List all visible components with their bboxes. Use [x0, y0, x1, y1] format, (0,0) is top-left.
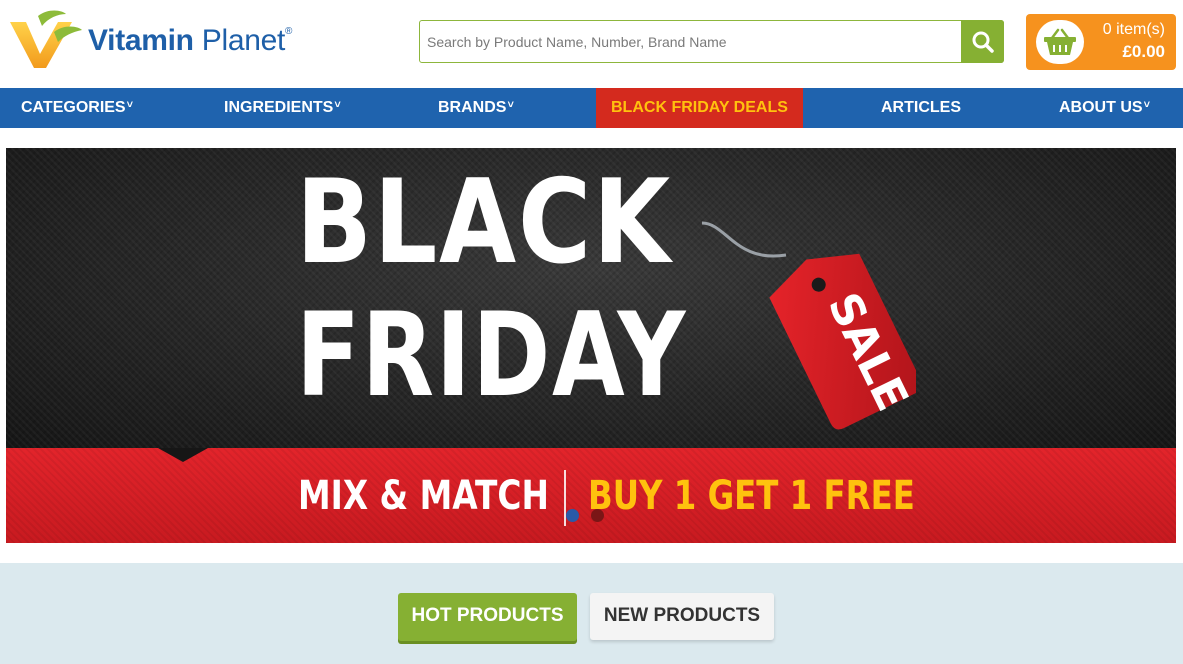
slider-dot-2[interactable]: [591, 509, 604, 522]
promo-buy-one-get-one: BUY 1 GET 1 FREE: [588, 473, 915, 519]
cart-button[interactable]: 0 item(s) £0.00: [1026, 14, 1176, 70]
nav-item-brands[interactable]: BRANDS˅: [438, 88, 514, 128]
search-button[interactable]: [961, 20, 1004, 63]
nav-item-black-friday-deals[interactable]: BLACK FRIDAY DEALS: [596, 88, 803, 128]
sale-tag-icon: SALE: [701, 221, 916, 430]
nav-item-label: ABOUT US: [1059, 99, 1143, 116]
nav-item-label: CATEGORIES: [21, 99, 126, 116]
logo-wordmark: Vitamin Planet®: [88, 24, 293, 57]
hero-banner-slide[interactable]: BLACK FRIDAY SALE MIX & MATCH BUY 1 GET …: [6, 148, 1176, 543]
vitamin-planet-logo[interactable]: Vitamin Planet®: [8, 8, 318, 72]
main-nav: CATEGORIES˅ INGREDIENTS˅ BRANDS˅ BLACK F…: [0, 88, 1183, 128]
banner-headline-friday: FRIDAY: [296, 288, 687, 423]
nav-item-categories[interactable]: CATEGORIES˅: [21, 88, 133, 128]
chevron-down-icon: ˅: [126, 99, 134, 111]
banner-notch: [158, 448, 208, 462]
search-bar: [419, 20, 1004, 63]
slider-dot-1[interactable]: [566, 509, 579, 522]
banner-headline-black: BLACK: [296, 155, 672, 290]
chevron-down-icon: ˅: [507, 99, 514, 111]
cart-item-count: 0 item(s): [1102, 21, 1165, 38]
site-header: Vitamin Planet® 0 item(s) £0.00: [0, 0, 1183, 88]
tab-hot-products[interactable]: HOT PRODUCTS: [398, 593, 577, 641]
nav-item-about-us[interactable]: ABOUT US˅: [1059, 88, 1150, 128]
basket-icon: [1044, 28, 1076, 55]
chevron-down-icon: ˅: [334, 99, 341, 111]
v-leaf-logo-icon: [10, 10, 82, 68]
cart-icon-circle: [1036, 20, 1084, 64]
nav-item-ingredients[interactable]: INGREDIENTS˅: [224, 88, 341, 128]
nav-item-articles[interactable]: ARTICLES: [881, 88, 961, 128]
nav-item-label: ARTICLES: [881, 99, 961, 116]
search-input[interactable]: [420, 21, 961, 62]
chevron-down-icon: ˅: [1143, 99, 1150, 111]
promo-mix-match: MIX & MATCH: [298, 473, 549, 519]
tab-new-products[interactable]: NEW PRODUCTS: [590, 593, 774, 640]
cart-total: £0.00: [1122, 42, 1165, 61]
nav-item-label: INGREDIENTS: [224, 99, 334, 116]
nav-item-label: BLACK FRIDAY DEALS: [611, 99, 788, 116]
search-icon: [972, 31, 994, 53]
nav-item-label: BRANDS: [438, 99, 507, 116]
products-section: HOT PRODUCTS NEW PRODUCTS: [0, 563, 1183, 664]
